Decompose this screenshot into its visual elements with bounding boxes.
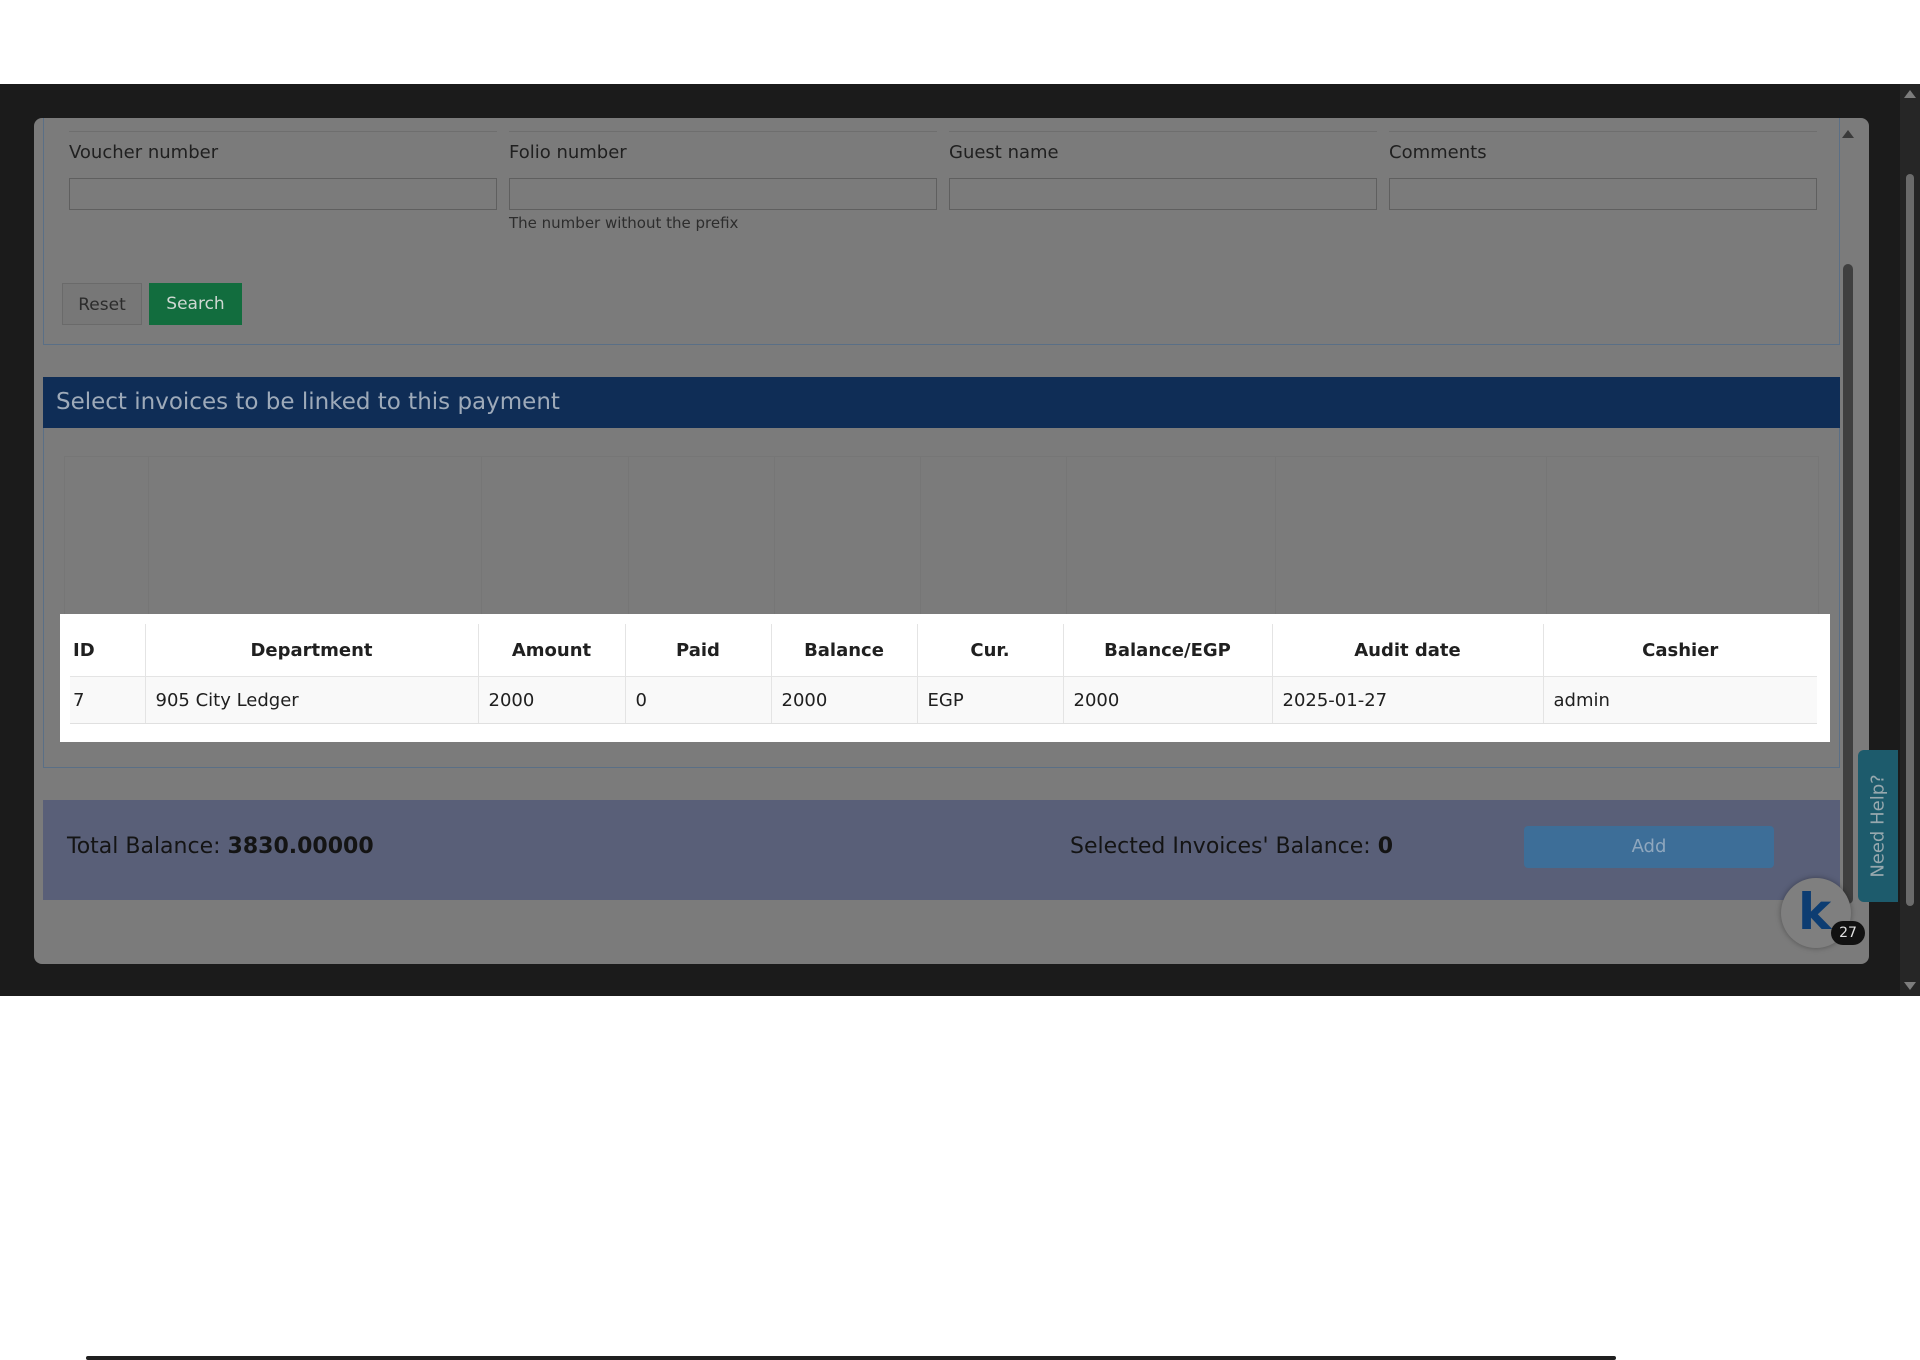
add-button[interactable]: Add [1524, 826, 1774, 868]
comments-input[interactable] [1389, 178, 1817, 210]
grid-column-divider [481, 457, 482, 615]
column-header-balance[interactable]: Balance [770, 624, 917, 677]
cell-balance-egp: 2000 [1062, 676, 1272, 724]
modal-scrollbar[interactable] [1839, 126, 1857, 950]
guest-name-label: Guest name [949, 142, 1059, 163]
link-invoices-modal: Voucher number Folio number The number w… [34, 118, 1869, 964]
need-help-tab[interactable]: Need Help? [1858, 750, 1898, 902]
invoices-section-title: Select invoices to be linked to this pay… [43, 377, 1840, 428]
selected-balance: Selected Invoices' Balance: 0 [1070, 834, 1393, 859]
table-horizontal-scrollbar[interactable] [86, 1356, 1616, 1360]
guest-name-input[interactable] [949, 178, 1377, 210]
column-header-department[interactable]: Department [144, 624, 478, 677]
scroll-up-arrow-icon[interactable] [1842, 130, 1854, 138]
cell-amount: 2000 [477, 676, 625, 724]
invoice-search-panel: Voucher number Folio number The number w… [43, 118, 1840, 345]
divider [69, 131, 497, 132]
folio-number-input[interactable] [509, 178, 937, 210]
comments-label: Comments [1389, 142, 1487, 163]
search-button[interactable]: Search [149, 283, 242, 325]
guest-name-field: Guest name [949, 131, 1377, 210]
invoices-table-highlight: ID Department Amount Paid Balance Cur. B… [60, 614, 1830, 1360]
folio-number-label: Folio number [509, 142, 627, 163]
page-scrollbar-thumb[interactable] [1906, 174, 1914, 906]
divider [949, 131, 1377, 132]
column-header-paid[interactable]: Paid [624, 624, 771, 677]
voucher-number-label: Voucher number [69, 142, 219, 163]
divider [509, 131, 937, 132]
column-header-cashier[interactable]: Cashier [1542, 624, 1817, 677]
total-balance: Total Balance: 3830.00000 [67, 834, 374, 859]
cell-balance: 2000 [770, 676, 917, 724]
voucher-number-input[interactable] [69, 178, 497, 210]
comments-field: Comments [1389, 131, 1817, 210]
totals-bar: Total Balance: 3830.00000 Selected Invoi… [43, 800, 1840, 900]
total-balance-label: Total Balance: [67, 834, 221, 859]
cell-paid: 0 [624, 676, 771, 724]
column-header-amount[interactable]: Amount [477, 624, 625, 677]
grid-column-divider [1546, 457, 1547, 615]
grid-column-divider [148, 457, 149, 615]
grid-column-divider [774, 457, 775, 615]
cell-id: 7 [70, 676, 145, 724]
page-scrollbar[interactable] [1900, 84, 1920, 996]
selected-balance-value: 0 [1377, 834, 1393, 859]
cell-department: 905 City Ledger [144, 676, 478, 724]
column-header-currency[interactable]: Cur. [916, 624, 1063, 677]
chat-notification-badge: 27 [1831, 921, 1865, 945]
scroll-up-arrow-icon[interactable] [1904, 90, 1916, 98]
grid-column-divider [628, 457, 629, 615]
column-header-audit-date[interactable]: Audit date [1271, 624, 1543, 677]
cell-cashier: admin [1542, 676, 1817, 724]
grid-column-divider [920, 457, 921, 615]
grid-column-divider [1066, 457, 1067, 615]
need-help-label: Need Help? [1867, 774, 1889, 878]
total-balance-value: 3830.00000 [227, 834, 374, 859]
table-row[interactable]: 7 905 City Ledger 2000 0 2000 EGP 2000 2… [70, 676, 1817, 724]
selected-balance-label: Selected Invoices' Balance: [1070, 834, 1371, 859]
folio-number-hint: The number without the prefix [509, 214, 739, 232]
column-header-id[interactable]: ID [70, 624, 145, 677]
cell-audit-date: 2025-01-27 [1271, 676, 1543, 724]
reset-button[interactable]: Reset [62, 283, 142, 325]
chat-logo-icon: k [1798, 883, 1832, 941]
column-header-balance-egp[interactable]: Balance/EGP [1062, 624, 1272, 677]
grid-column-divider [1275, 457, 1276, 615]
scroll-down-arrow-icon[interactable] [1904, 982, 1916, 990]
cell-currency: EGP [916, 676, 1063, 724]
table-background-grid [64, 456, 1819, 616]
modal-scrollbar-thumb[interactable] [1843, 264, 1853, 904]
folio-number-field: Folio number The number without the pref… [509, 131, 937, 232]
voucher-number-field: Voucher number [69, 131, 497, 210]
divider [1389, 131, 1817, 132]
invoices-table: ID Department Amount Paid Balance Cur. B… [70, 624, 1817, 724]
table-header-row: ID Department Amount Paid Balance Cur. B… [70, 624, 1817, 677]
